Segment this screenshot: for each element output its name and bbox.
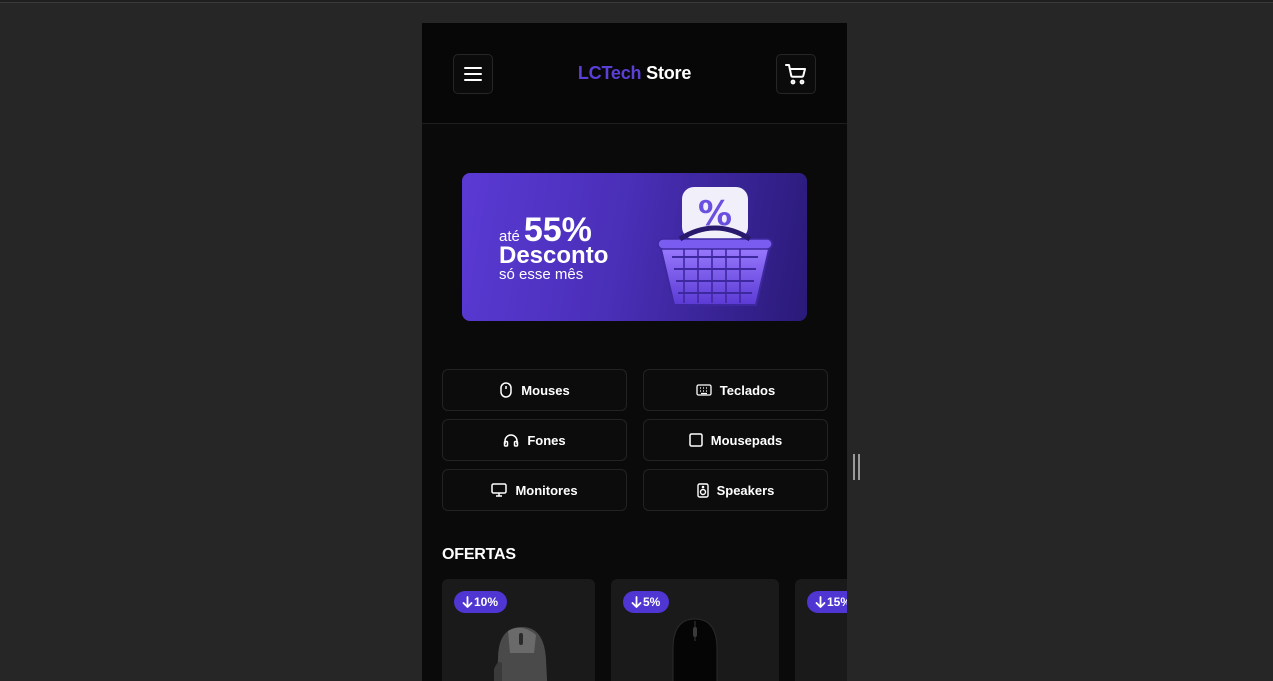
keyboard-icon	[696, 384, 712, 396]
category-label: Teclados	[719, 382, 776, 398]
cart-button[interactable]	[776, 54, 816, 94]
promo-desconto: Desconto	[499, 242, 609, 269]
category-mousepads[interactable]: Mousepads	[643, 419, 828, 461]
offers-section-title: OFERTAS	[442, 546, 516, 563]
promo-banner-text: até 55% Desconto só esse mês	[499, 213, 608, 283]
discount-value: 10%	[474, 595, 499, 609]
category-label: Mouses	[521, 382, 570, 398]
discount-badge: 5%	[623, 591, 670, 613]
mobile-viewport: LCTech Store até 55% Desconto só esse mê…	[422, 23, 847, 681]
product-mouse-image	[494, 627, 548, 681]
category-label: Speakers	[716, 482, 775, 498]
category-mouses[interactable]: Mouses	[442, 369, 627, 411]
monitor-icon	[491, 483, 508, 497]
offer-card[interactable]: 5%	[611, 579, 779, 681]
category-label: Fones	[527, 432, 566, 448]
category-speakers[interactable]: Speakers	[643, 469, 828, 511]
shopping-basket-percent-icon: %	[657, 187, 773, 306]
category-fones[interactable]: Fones	[442, 419, 627, 461]
offer-card[interactable]: 15%	[795, 579, 847, 681]
speaker-icon	[696, 482, 709, 498]
resize-handle[interactable]	[853, 454, 860, 480]
discount-value: 5%	[643, 595, 661, 609]
category-monitores[interactable]: Monitores	[442, 469, 627, 511]
product-mouse-image	[672, 618, 718, 681]
brand-name-part1: LCTech	[577, 63, 642, 83]
square-icon	[688, 433, 703, 447]
arrow-down-icon	[631, 596, 642, 608]
mouse-icon	[500, 382, 513, 398]
category-label: Monitores	[515, 482, 578, 498]
browser-top-strip	[0, 0, 1273, 3]
site-header: LCTech Store	[422, 23, 847, 124]
discount-badge: 10%	[454, 591, 508, 613]
category-label: Mousepads	[710, 432, 783, 448]
shopping-cart-icon	[785, 64, 806, 85]
discount-value: 15%	[827, 595, 847, 609]
discount-badge: 15%	[807, 591, 847, 613]
brand-name-part2: Store	[646, 63, 692, 83]
arrow-down-icon	[815, 596, 826, 608]
headphones-icon	[504, 434, 519, 447]
promo-mes: só esse mês	[499, 266, 584, 283]
arrow-down-icon	[462, 596, 473, 608]
offer-card[interactable]: 10%	[442, 579, 595, 681]
promo-banner[interactable]: até 55% Desconto só esse mês %	[462, 173, 807, 321]
category-teclados[interactable]: Teclados	[643, 369, 828, 411]
